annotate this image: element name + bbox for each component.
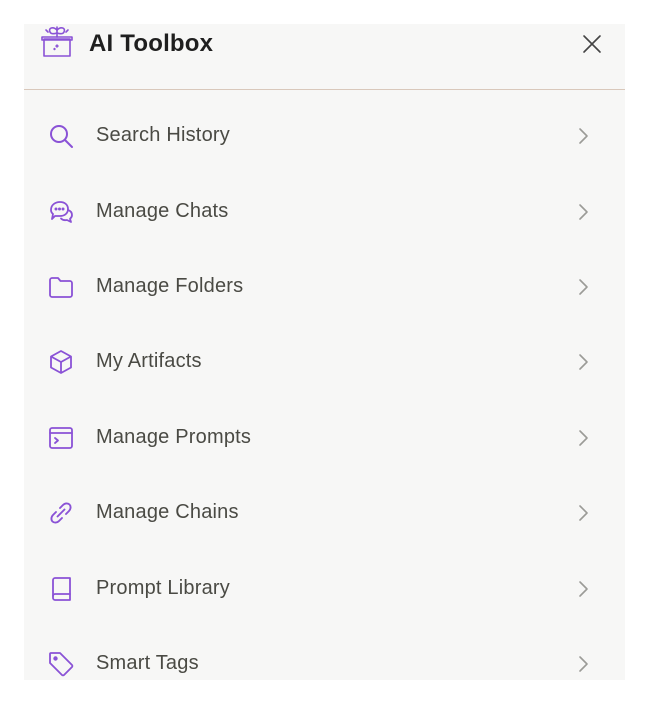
chevron-right-icon (576, 655, 590, 673)
chat-bubbles-icon (48, 199, 74, 225)
chevron-right-icon (576, 580, 590, 598)
chevron-right-icon (576, 353, 590, 371)
menu-item-prompt-library[interactable]: Prompt Library (24, 559, 625, 619)
gift-box-icon (40, 25, 74, 59)
menu-item-label: Smart Tags (96, 652, 199, 674)
folder-icon (48, 274, 74, 300)
menu-item-label: Manage Chats (96, 200, 229, 222)
close-icon[interactable] (581, 33, 603, 55)
menu-item-manage-folders[interactable]: Manage Folders (24, 257, 625, 317)
terminal-window-icon (48, 425, 74, 451)
menu-item-label: Search History (96, 124, 230, 146)
chevron-right-icon (576, 429, 590, 447)
chevron-right-icon (576, 504, 590, 522)
chevron-right-icon (576, 203, 590, 221)
ai-toolbox-panel: AI Toolbox Search History Manage Chats M… (24, 24, 625, 680)
menu-item-my-artifacts[interactable]: My Artifacts (24, 332, 625, 392)
chevron-right-icon (576, 127, 590, 145)
menu-item-label: My Artifacts (96, 350, 202, 372)
menu-item-smart-tags[interactable]: Smart Tags (24, 634, 625, 680)
menu-item-label: Manage Folders (96, 275, 244, 297)
panel-header: AI Toolbox (24, 24, 625, 90)
link-icon (48, 500, 74, 526)
tag-icon (48, 651, 74, 677)
menu-item-label: Manage Prompts (96, 426, 252, 448)
chevron-right-icon (576, 278, 590, 296)
cube-icon (48, 349, 74, 375)
menu-item-label: Prompt Library (96, 577, 230, 599)
search-icon (48, 123, 74, 149)
menu-item-label: Manage Chains (96, 501, 239, 523)
menu-item-manage-chains[interactable]: Manage Chains (24, 483, 625, 543)
panel-title: AI Toolbox (89, 30, 214, 57)
menu-item-manage-chats[interactable]: Manage Chats (24, 182, 625, 242)
book-icon (48, 576, 74, 602)
menu-item-manage-prompts[interactable]: Manage Prompts (24, 408, 625, 468)
menu-item-search-history[interactable]: Search History (24, 106, 625, 166)
